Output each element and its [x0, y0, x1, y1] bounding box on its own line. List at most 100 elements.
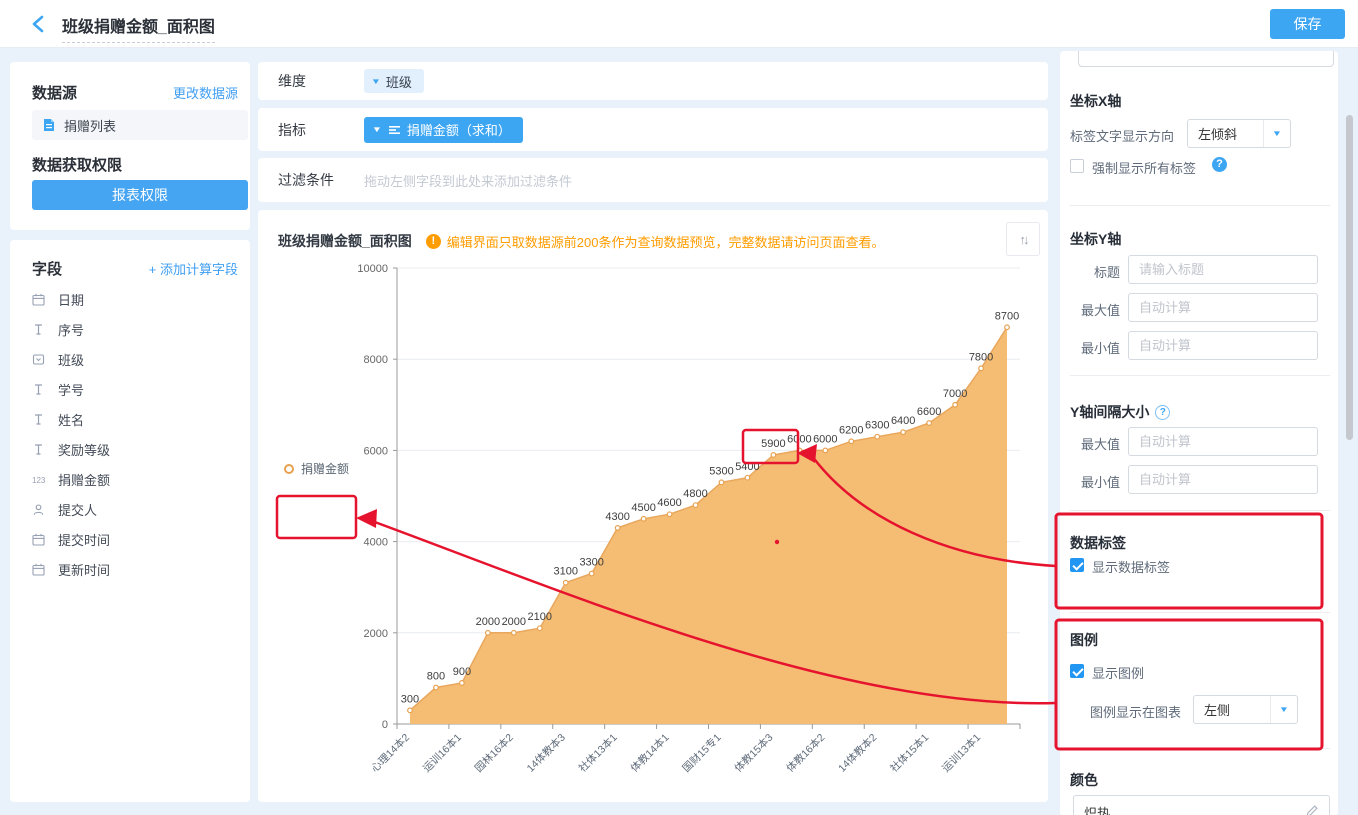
- interval-max-input[interactable]: [1128, 427, 1318, 456]
- svg-text:体教14本1: 体教14本1: [628, 731, 672, 775]
- add-calc-field-link[interactable]: + 添加计算字段: [149, 259, 238, 278]
- y-axis-section-title: 坐标Y轴: [1070, 231, 1122, 247]
- svg-text:6400: 6400: [891, 415, 915, 427]
- label-direction-select[interactable]: 左倾斜 ▼: [1187, 119, 1291, 148]
- field-item[interactable]: 奖励等级: [32, 434, 240, 464]
- svg-text:6200: 6200: [839, 424, 863, 436]
- label-direction-label: 标签文字显示方向: [1070, 129, 1175, 144]
- area-chart: 0200040006000800010000300800 9002000 2000 2…: [357, 263, 1021, 775]
- svg-text:14体教本3: 14体教本3: [524, 731, 568, 775]
- person-icon: [32, 503, 50, 516]
- svg-text:园林16本2: 园林16本2: [472, 731, 516, 775]
- svg-text:6300: 6300: [865, 420, 889, 432]
- scrollbar-thumb[interactable]: [1346, 115, 1353, 440]
- select-icon: [32, 353, 50, 366]
- help-icon[interactable]: ?: [1155, 405, 1171, 420]
- edit-icon: [1305, 804, 1319, 815]
- svg-text:体教16本2: 体教16本2: [784, 731, 828, 775]
- legend-position-select[interactable]: 左侧 ▼: [1193, 695, 1298, 724]
- svg-text:运训16本1: 运训16本1: [420, 731, 464, 775]
- svg-text:4500: 4500: [631, 502, 655, 514]
- force-labels-label: 强制显示所有标签: [1092, 161, 1197, 176]
- svg-text:8000: 8000: [364, 354, 388, 366]
- field-item-label: 学号: [58, 382, 85, 398]
- color-palette-select[interactable]: 炽热: [1073, 795, 1330, 815]
- field-item[interactable]: 姓名: [32, 404, 240, 434]
- calendar-icon: [32, 533, 50, 546]
- svg-text:123: 123: [32, 476, 46, 485]
- chart-legend[interactable]: 捐赠金额: [284, 460, 349, 477]
- save-button[interactable]: 保存: [1270, 9, 1345, 39]
- interval-min-input[interactable]: [1128, 465, 1318, 494]
- svg-text:4600: 4600: [657, 497, 681, 509]
- svg-text:2000: 2000: [476, 616, 500, 628]
- filter-label: 过滤条件: [278, 172, 334, 188]
- dimension-row: 维度 ▼ 班级: [258, 62, 1048, 100]
- svg-text:6000: 6000: [364, 445, 388, 457]
- fields-panel: 字段 + 添加计算字段 日期 序号 班级 学号 姓名 奖励等级 123 捐赠金额 提交人 提交时间…: [10, 240, 250, 802]
- field-item[interactable]: 123 捐赠金额: [32, 464, 240, 494]
- field-item[interactable]: 日期: [32, 284, 240, 314]
- help-icon[interactable]: ?: [1212, 157, 1227, 172]
- number-icon: 123: [32, 473, 50, 486]
- metric-row: 指标 ▼ 捐赠金额（求和）: [258, 108, 1048, 151]
- svg-text:8700: 8700: [995, 310, 1019, 322]
- permission-title: 数据获取权限: [32, 157, 123, 174]
- legend-position-label: 图例显示在图表: [1090, 705, 1182, 720]
- settings-panel: 坐标X轴 标签文字显示方向 左倾斜 ▼ 强制显示所有标签 ? 坐标Y轴 标题 最…: [1060, 51, 1338, 815]
- svg-text:5300: 5300: [709, 465, 733, 477]
- show-data-label-checkbox[interactable]: [1070, 558, 1084, 572]
- y-min-input[interactable]: [1128, 331, 1318, 360]
- filter-row[interactable]: 过滤条件 拖动左侧字段到此处来添加过滤条件: [258, 158, 1048, 202]
- svg-text:6600: 6600: [917, 406, 941, 418]
- svg-text:0: 0: [382, 719, 388, 731]
- field-item[interactable]: 序号: [32, 314, 240, 344]
- field-list: 日期序号班级学号姓名 奖励等级 123 捐赠金额提交人提交时间更新时间: [32, 284, 240, 584]
- svg-text:4000: 4000: [364, 537, 388, 549]
- svg-text:心理14本2: 心理14本2: [368, 731, 412, 775]
- field-item-label: 更新时间: [58, 562, 111, 578]
- interval-max-label: 最大值: [1080, 437, 1120, 452]
- field-item[interactable]: 学号: [32, 374, 240, 404]
- color-section-title: 颜色: [1070, 772, 1098, 788]
- show-legend-label: 显示图例: [1092, 666, 1145, 681]
- field-item-label: 提交人: [58, 502, 98, 518]
- back-icon[interactable]: [28, 13, 50, 35]
- show-legend-checkbox[interactable]: [1070, 664, 1084, 678]
- chevron-down-icon: ▼: [371, 125, 383, 134]
- chart-panel: 班级捐赠金额_面积图 ! 编辑界面只取数据源前200条作为查询数据预览，完整数据…: [258, 210, 1048, 802]
- legend-label: 捐赠金额: [301, 462, 350, 476]
- y-title-input[interactable]: [1128, 255, 1318, 284]
- chevron-down-icon: ▼: [1271, 129, 1283, 138]
- chevron-down-icon: ▼: [370, 76, 382, 86]
- field-item[interactable]: 提交人: [32, 494, 240, 524]
- scrollbar[interactable]: [1344, 48, 1356, 815]
- field-item[interactable]: 班级: [32, 344, 240, 374]
- force-labels-checkbox[interactable]: [1070, 159, 1084, 173]
- page-title[interactable]: 班级捐赠金额_面积图: [62, 13, 215, 43]
- datasource-item[interactable]: 捐赠列表: [32, 110, 248, 140]
- clipped-title-input[interactable]: [1078, 51, 1334, 67]
- sort-button[interactable]: ↑↓: [1006, 222, 1040, 256]
- y-interval-section-title: Y轴间隔大小?: [1070, 402, 1171, 422]
- y-max-input[interactable]: [1128, 293, 1318, 322]
- svg-text:3100: 3100: [553, 566, 577, 578]
- dimension-pill[interactable]: ▼ 班级: [364, 69, 424, 93]
- sort-down-icon: ↓: [1023, 231, 1029, 247]
- datasource-panel: 数据源 更改数据源 捐赠列表 数据获取权限 报表权限: [10, 62, 250, 230]
- report-permission-button[interactable]: 报表权限: [32, 180, 248, 210]
- filter-placeholder: 拖动左侧字段到此处来添加过滤条件: [364, 173, 573, 189]
- field-item-label: 序号: [58, 322, 85, 338]
- chart-title: 班级捐赠金额_面积图: [278, 233, 412, 249]
- field-item[interactable]: 更新时间: [32, 554, 240, 584]
- svg-text:4800: 4800: [683, 488, 707, 500]
- field-item[interactable]: 提交时间: [32, 524, 240, 554]
- svg-text:10000: 10000: [357, 263, 388, 275]
- y-title-label: 标题: [1093, 265, 1120, 280]
- change-datasource-link[interactable]: 更改数据源: [173, 83, 238, 102]
- metric-pill[interactable]: ▼ 捐赠金额（求和）: [364, 116, 523, 143]
- datasource-title: 数据源: [32, 85, 78, 102]
- sum-icon: [388, 123, 401, 136]
- area-fill: [410, 327, 1007, 724]
- text-icon: [32, 413, 50, 426]
